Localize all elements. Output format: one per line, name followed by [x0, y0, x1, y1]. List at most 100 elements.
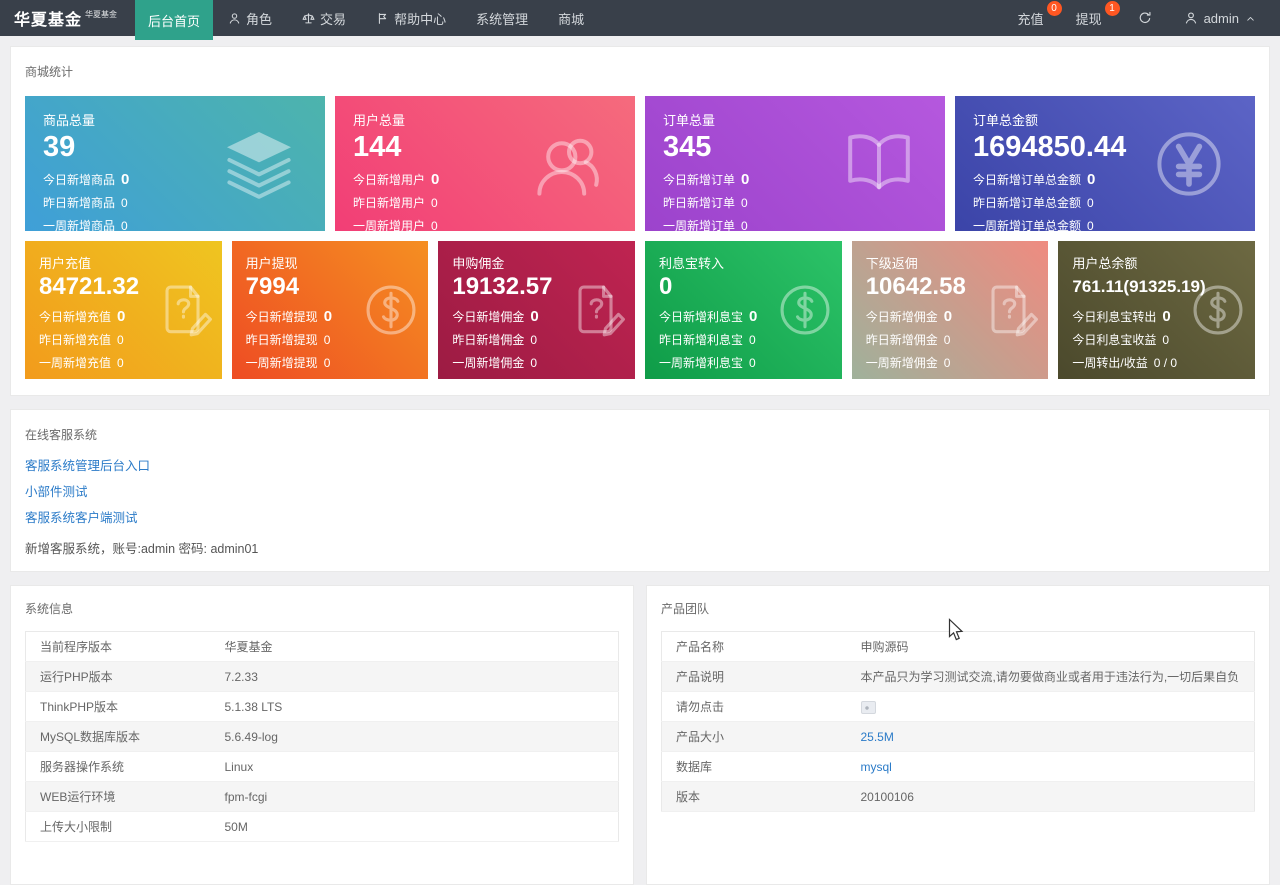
row-value — [846, 691, 1255, 722]
stat-line-value: 0 — [431, 218, 438, 231]
menu-item-system[interactable]: 系统管理 — [461, 0, 543, 36]
row-value-link[interactable]: 25.5M — [861, 730, 894, 744]
row-label: MySQL数据库版本 — [25, 721, 211, 752]
card-stat-line: 今日新增充值 0 — [39, 308, 208, 325]
card-title: 利息宝转入 — [659, 256, 725, 271]
online-service-panel: 在线客服系统 客服系统管理后台入口 小部件测试 客服系统客户端测试 新增客服系统，账… — [10, 409, 1270, 572]
mall-statistics-panel: 商城统计 商品总量 39 今日新增商品 0 昨日新增商品 0 一周新增商品 0 用户总量 144 今… — [10, 46, 1270, 396]
row-label: 运行PHP版本 — [25, 661, 211, 692]
link-service-client-test[interactable]: 客服系统客户端测试 — [25, 507, 138, 526]
small-stat-cards-row: 用户充值 84721.32 今日新增充值 0 昨日新增充值 0 一周新增充值 0 用户提现 799… — [25, 241, 1256, 379]
stat-line-value: 0 — [943, 355, 951, 370]
stat-line-value: 0 — [741, 218, 748, 231]
stat-card-orders-total: 订单总量 345 今日新增订单 0 昨日新增订单 0 一周新增订单 0 — [645, 96, 945, 231]
menu-item-label: 帮助中心 — [394, 11, 447, 27]
stat-line-value: 0 — [1162, 307, 1171, 325]
product-team-table: 产品名称 申购源码 产品说明 本产品只为学习测试交流,请勿要做商业或者用于违法行为,一… — [661, 631, 1255, 812]
section-title-mall-statistics: 商城统计 — [25, 65, 74, 79]
menu-item-mall[interactable]: 商城 — [543, 0, 599, 36]
card-stat-line: 一周新增佣金 0 — [866, 354, 1035, 371]
menu-item-label: 后台首页 — [148, 13, 201, 29]
stat-card-interest-in: 利息宝转入 0 今日新增利息宝 0 昨日新增利息宝 0 一周新增利息宝 0 — [645, 241, 842, 379]
stat-line-value: 0 — [741, 170, 750, 188]
card-stat-line: 一周新增订单 0 — [663, 217, 927, 231]
card-stat-line: 昨日新增佣金 0 — [452, 331, 621, 348]
stat-card-sub-rebate: 下级返佣 10642.58 今日新增佣金 0 昨日新增佣金 0 一周新增佣金 0 — [851, 241, 1049, 379]
card-value: 1694850.44 — [973, 131, 1127, 163]
system-info-table: 当前程序版本 华夏基金 运行PHP版本 7.2.33 ThinkPHP版本 5.1.38 … — [25, 631, 619, 842]
stat-line-label: 今日新增用户 — [353, 172, 426, 187]
card-stat-line: 今日新增用户 0 — [353, 171, 617, 188]
stat-line-label: 今日利息宝转出 — [1072, 309, 1157, 324]
table-row: 产品大小 25.5M — [661, 721, 1255, 752]
stat-line-value: 0 — [1087, 218, 1094, 231]
stat-line-label: 昨日新增提现 — [245, 332, 318, 347]
card-stat-line: 昨日新增利息宝 0 — [659, 331, 828, 348]
card-value: 7994 — [245, 273, 300, 300]
stat-line-value: 0 — [117, 307, 126, 325]
stat-line-label: 一周新增充值 — [39, 355, 112, 370]
table-row: 运行PHP版本 7.2.33 — [25, 661, 619, 692]
row-label: 请勿点击 — [661, 691, 847, 722]
card-stat-line: 一周新增提现 0 — [246, 354, 415, 371]
row-label: 产品说明 — [661, 661, 847, 692]
stat-line-label: 一周新增商品 — [43, 218, 116, 231]
recharge-label: 充值 — [1017, 11, 1044, 27]
card-title: 用户总余额 — [1072, 256, 1138, 271]
menu-item-roles[interactable]: 角色 — [213, 0, 287, 36]
menu-item-label: 交易 — [320, 11, 347, 27]
section-title-system-info: 系统信息 — [25, 602, 74, 616]
refresh-button[interactable] — [1122, 0, 1168, 36]
table-row: 服务器操作系统 Linux — [25, 751, 619, 782]
stat-line-value: 0 — [530, 355, 538, 370]
stat-line-value: 0 — [117, 355, 124, 370]
row-value-link[interactable]: mysql — [861, 760, 892, 774]
image-placeholder-icon[interactable] — [860, 700, 876, 714]
table-row: 数据库 mysql — [661, 751, 1255, 782]
card-stat-line: 今日新增佣金 0 — [866, 308, 1035, 325]
system-info-panel: 系统信息 当前程序版本 华夏基金 运行PHP版本 7.2.33 ThinkPHP版本 5.… — [10, 585, 634, 885]
stat-line-label: 今日新增利息宝 — [659, 309, 744, 324]
table-row: 当前程序版本 华夏基金 — [25, 631, 619, 662]
card-stat-line: 今日利息宝转出 0 — [1072, 308, 1241, 325]
recharge-button[interactable]: 充值 0 — [1006, 0, 1064, 36]
menu-item-help[interactable]: 帮助中心 — [361, 0, 461, 36]
stat-line-label: 一周新增利息宝 — [659, 355, 744, 370]
withdraw-button[interactable]: 提现 1 — [1064, 0, 1122, 36]
link-service-admin-entry[interactable]: 客服系统管理后台入口 — [25, 455, 150, 474]
menu-item-label: 系统管理 — [476, 11, 529, 27]
stat-line-label: 一周新增佣金 — [452, 355, 525, 370]
table-row: MySQL数据库版本 5.6.49-log — [25, 721, 619, 752]
admin-user-menu[interactable]: admin — [1168, 0, 1272, 36]
card-stat-line: 今日新增提现 0 — [246, 308, 415, 325]
stat-line-label: 昨日新增充值 — [39, 332, 112, 347]
link-widget-test[interactable]: 小部件测试 — [25, 481, 88, 500]
card-stat-line: 一周新增订单总金额 0 — [973, 217, 1237, 231]
stat-line-value: 0 — [121, 218, 128, 231]
stat-line-label: 一周新增佣金 — [865, 355, 938, 370]
user-icon — [1184, 11, 1198, 25]
stat-line-label: 昨日新增佣金 — [452, 332, 525, 347]
row-value: 申购源码 — [846, 631, 1255, 662]
card-value: 761.11(91325.19) — [1072, 277, 1206, 296]
stat-card-purchase-commission: 申购佣金 19132.57 今日新增佣金 0 昨日新增佣金 0 一周新增佣金 0 — [438, 241, 636, 379]
row-label: 上传大小限制 — [25, 811, 211, 842]
stat-line-value: 0 — [431, 170, 440, 188]
stat-card-goods-total: 商品总量 39 今日新增商品 0 昨日新增商品 0 一周新增商品 0 — [25, 96, 325, 231]
menu-item-trade[interactable]: 交易 — [287, 0, 361, 36]
stat-line-label: 一周转出/收益 — [1072, 355, 1148, 370]
stat-line-value: 0 — [323, 332, 331, 347]
app-logo[interactable]: 华夏基金 华夏基金 — [0, 0, 135, 36]
menu-item-label: 商城 — [558, 11, 585, 27]
card-stat-line: 今日新增利息宝 0 — [659, 308, 828, 325]
table-row: 请勿点击 — [661, 691, 1255, 722]
bottom-panels-row: 系统信息 当前程序版本 华夏基金 运行PHP版本 7.2.33 ThinkPHP版本 5.… — [10, 585, 1270, 885]
card-stat-line: 昨日新增订单 0 — [663, 194, 927, 211]
row-label: ThinkPHP版本 — [25, 691, 211, 722]
stat-line-value: 0 / 0 — [1153, 355, 1178, 370]
stat-line-value: 0 — [943, 332, 951, 347]
stat-line-label: 一周新增用户 — [353, 218, 426, 231]
stat-line-value: 0 — [530, 307, 539, 325]
stat-line-value: 0 — [121, 170, 130, 188]
menu-item-home[interactable]: 后台首页 — [135, 0, 214, 40]
